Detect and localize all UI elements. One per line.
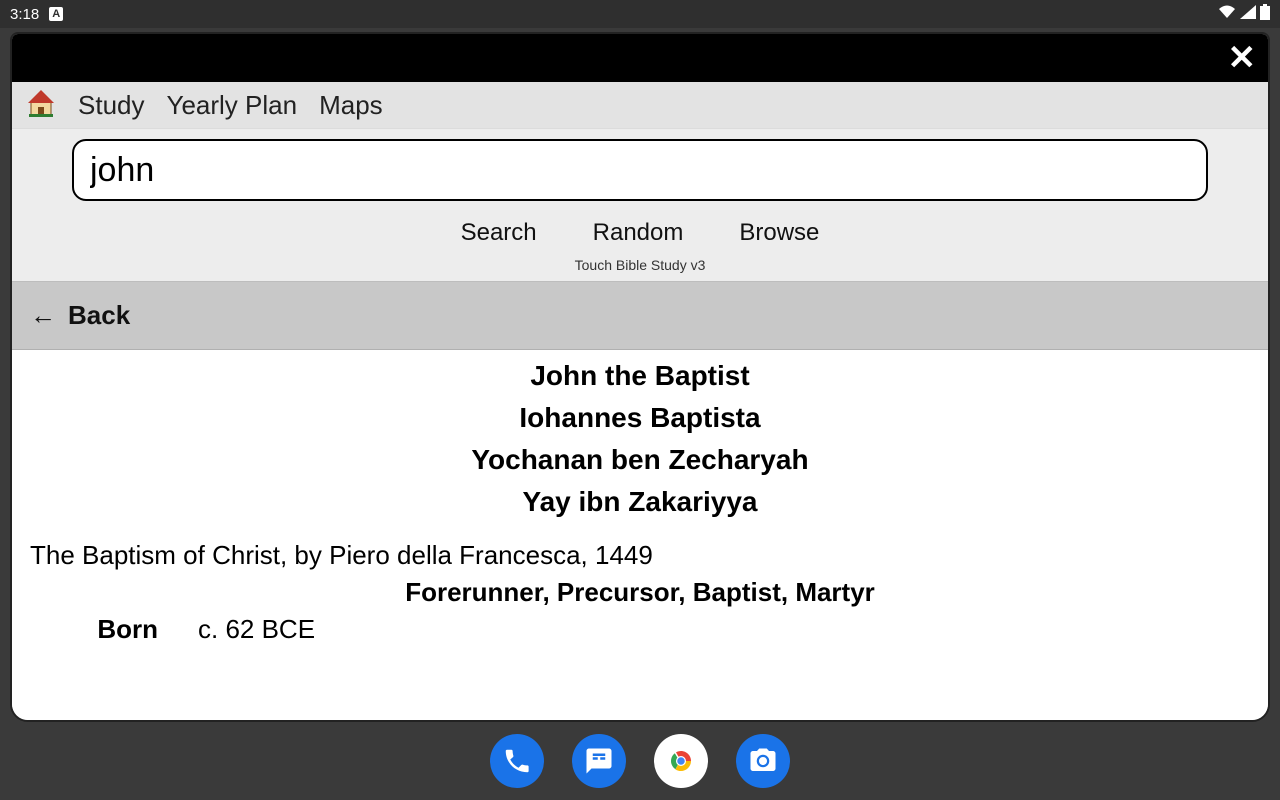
info-row-born: Born c. 62 BCE [30,614,1250,645]
article-heading-2: Iohannes Baptista [30,402,1250,434]
back-bar[interactable]: ← Back [12,282,1268,350]
article-heading-4: Yay ibn Zakariyya [30,486,1250,518]
nav-yearly-plan[interactable]: Yearly Plan [167,90,298,121]
chrome-app-icon[interactable] [654,734,708,788]
status-right [1218,4,1270,24]
article-heading-1: John the Baptist [30,360,1250,392]
phone-app-icon[interactable] [490,734,544,788]
top-nav: Study Yearly Plan Maps [12,82,1268,129]
android-dock [0,722,1280,800]
camera-app-icon[interactable] [736,734,790,788]
born-value: c. 62 BCE [198,614,315,645]
search-actions: Search Random Browse [72,219,1208,247]
status-app-badge: A [49,7,63,21]
status-left: 3:18 A [10,6,63,23]
born-label: Born [78,614,158,645]
battery-icon [1260,4,1270,24]
article-image-caption: The Baptism of Christ, by Piero della Fr… [30,540,1250,571]
article-headings: John the Baptist Iohannes Baptista Yocha… [30,360,1250,518]
status-time: 3:18 [10,6,39,23]
signal-icon [1240,5,1256,23]
messages-app-icon[interactable] [572,734,626,788]
title-bar: ✕ [12,34,1268,82]
article-content[interactable]: John the Baptist Iohannes Baptista Yocha… [12,350,1268,720]
nav-maps[interactable]: Maps [319,90,383,121]
browse-button[interactable]: Browse [739,219,819,247]
device-area: ✕ Study Yearly Plan Maps Search Random B… [0,28,1280,722]
search-input[interactable] [72,139,1208,201]
home-icon[interactable] [26,88,56,122]
app-window: ✕ Study Yearly Plan Maps Search Random B… [10,32,1270,722]
article-heading-3: Yochanan ben Zecharyah [30,444,1250,476]
random-button[interactable]: Random [593,219,684,247]
article-titles: Forerunner, Precursor, Baptist, Martyr [30,577,1250,608]
wifi-icon [1218,5,1236,23]
close-icon[interactable]: ✕ [1228,41,1257,75]
nav-study[interactable]: Study [78,90,145,121]
back-label: Back [68,300,130,331]
android-status-bar: 3:18 A [0,0,1280,28]
search-area: Search Random Browse Touch Bible Study v… [12,129,1268,282]
back-arrow-icon: ← [30,300,56,331]
search-button[interactable]: Search [461,219,537,247]
version-label: Touch Bible Study v3 [72,257,1208,273]
